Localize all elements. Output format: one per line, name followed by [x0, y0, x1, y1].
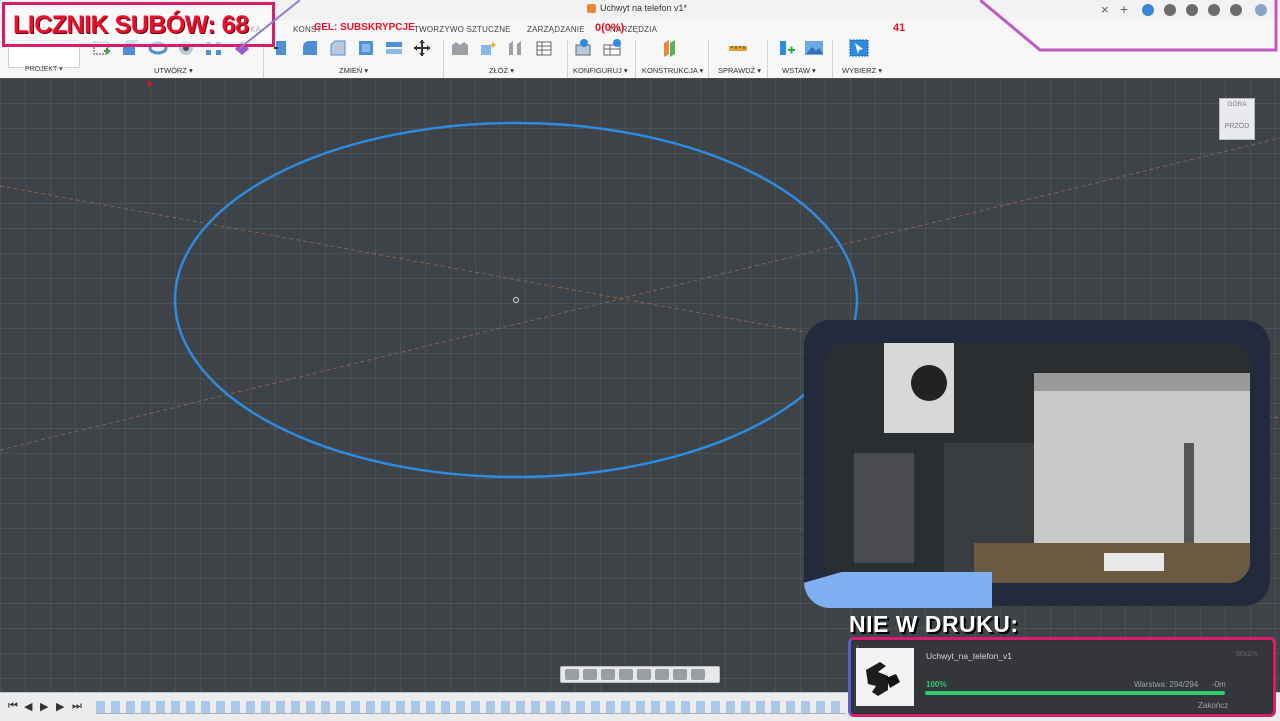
document-icon: [587, 3, 596, 13]
print-percent: 100%: [926, 680, 947, 689]
print-time: 50s27t: [1236, 651, 1258, 658]
timeline-features[interactable]: [96, 701, 846, 713]
overlay-accent-right: [980, 0, 1278, 52]
viewcube-top-label: GÓRA: [1227, 101, 1247, 108]
timeline-prev-button[interactable]: ◀: [24, 700, 32, 713]
sub-counter-text: LICZNIK SUBÓW: 68: [13, 11, 249, 39]
group-select[interactable]: WYBIERZ ▾: [842, 66, 882, 75]
timeline-last-button[interactable]: ⏭: [72, 700, 82, 713]
combine-icon[interactable]: [384, 39, 404, 57]
goal-progress: 0(0%): [595, 22, 625, 34]
camera-feed: [824, 343, 1250, 583]
configure-table-icon[interactable]: [602, 39, 622, 57]
as-built-joint-icon[interactable]: [506, 39, 526, 57]
grid-settings-icon[interactable]: [673, 669, 687, 680]
configure-icon[interactable]: [574, 39, 594, 57]
tab-zarzadzanie[interactable]: ZARZĄDZANIE: [527, 25, 585, 34]
print-layer: Warstwa: 294/294: [1134, 680, 1199, 689]
fit-icon[interactable]: [637, 669, 651, 680]
look-at-icon[interactable]: [583, 669, 597, 680]
joint-icon[interactable]: [478, 39, 498, 57]
orbit-icon[interactable]: [565, 669, 579, 680]
insert-canvas-icon[interactable]: [804, 39, 824, 57]
print-remaining: -0m: [1212, 680, 1226, 689]
display-settings-icon[interactable]: [655, 669, 669, 680]
navigation-bar: [560, 666, 720, 683]
document-title[interactable]: Uchwyt na telefon v1*: [587, 3, 687, 13]
print-file-name: Uchwyt_na_telefon_v1: [926, 651, 1013, 661]
pan-icon[interactable]: [601, 669, 615, 680]
camera-accent: [804, 572, 992, 608]
tab-tworzywo[interactable]: TWORZYWO SZTUCZNE: [414, 25, 511, 34]
group-modify[interactable]: ZMIEŃ ▾: [339, 66, 368, 75]
cursor-icon: [147, 80, 153, 88]
measure-icon[interactable]: [728, 39, 748, 57]
printer-camera-image: [824, 343, 1250, 583]
group-assemble[interactable]: ZŁÓŻ ▾: [489, 66, 514, 75]
viewports-icon[interactable]: [691, 669, 705, 680]
new-component-icon[interactable]: [450, 39, 470, 57]
project-dropdown-label: PROJEKT ▾: [25, 66, 63, 73]
viewcube-front-label: PRZÓD: [1224, 123, 1250, 130]
viewcube[interactable]: GÓRA PRZÓD: [1219, 98, 1255, 140]
timeline-track: [96, 713, 846, 714]
overlay-accent-left: [240, 0, 300, 48]
document-title-text: Uchwyt na telefon v1*: [600, 3, 688, 13]
goal-label: CEL: SUBSKRYPCJE: [314, 22, 415, 33]
timeline-play-button[interactable]: ▶: [40, 700, 48, 713]
sketch-center-point[interactable]: [513, 297, 519, 303]
insert-derive-icon[interactable]: [776, 39, 796, 57]
group-construct[interactable]: KONSTRUKCJA ▾: [642, 66, 703, 75]
group-inspect[interactable]: SPRAWDŹ ▾: [718, 66, 761, 75]
shell-icon[interactable]: [356, 39, 376, 57]
print-thumbnail: [856, 648, 914, 706]
group-insert[interactable]: WSTAW ▾: [782, 66, 816, 75]
move-icon[interactable]: [412, 39, 432, 57]
timeline-first-button[interactable]: ⏮: [8, 700, 18, 713]
fillet-icon[interactable]: [300, 39, 320, 57]
print-finish-label: Zakończ: [1198, 701, 1229, 710]
print-header: NIE W DRUKU:: [849, 611, 1019, 637]
bom-icon[interactable]: [534, 39, 554, 57]
group-configure[interactable]: KONFIGURUJ ▾: [573, 66, 628, 75]
sub-counter-box: LICZNIK SUBÓW: 68: [2, 2, 275, 47]
chamfer-icon[interactable]: [328, 39, 348, 57]
group-create[interactable]: UTWÓRZ ▾: [154, 66, 193, 75]
offset-plane-icon[interactable]: [660, 39, 680, 57]
phone-holder-model-icon: [866, 662, 900, 696]
print-progress-bar: [925, 691, 1225, 695]
zoom-icon[interactable]: [619, 669, 633, 680]
goal-target: 41: [893, 22, 906, 34]
timeline-next-button[interactable]: ▶: [56, 700, 64, 713]
select-icon[interactable]: [849, 39, 869, 57]
